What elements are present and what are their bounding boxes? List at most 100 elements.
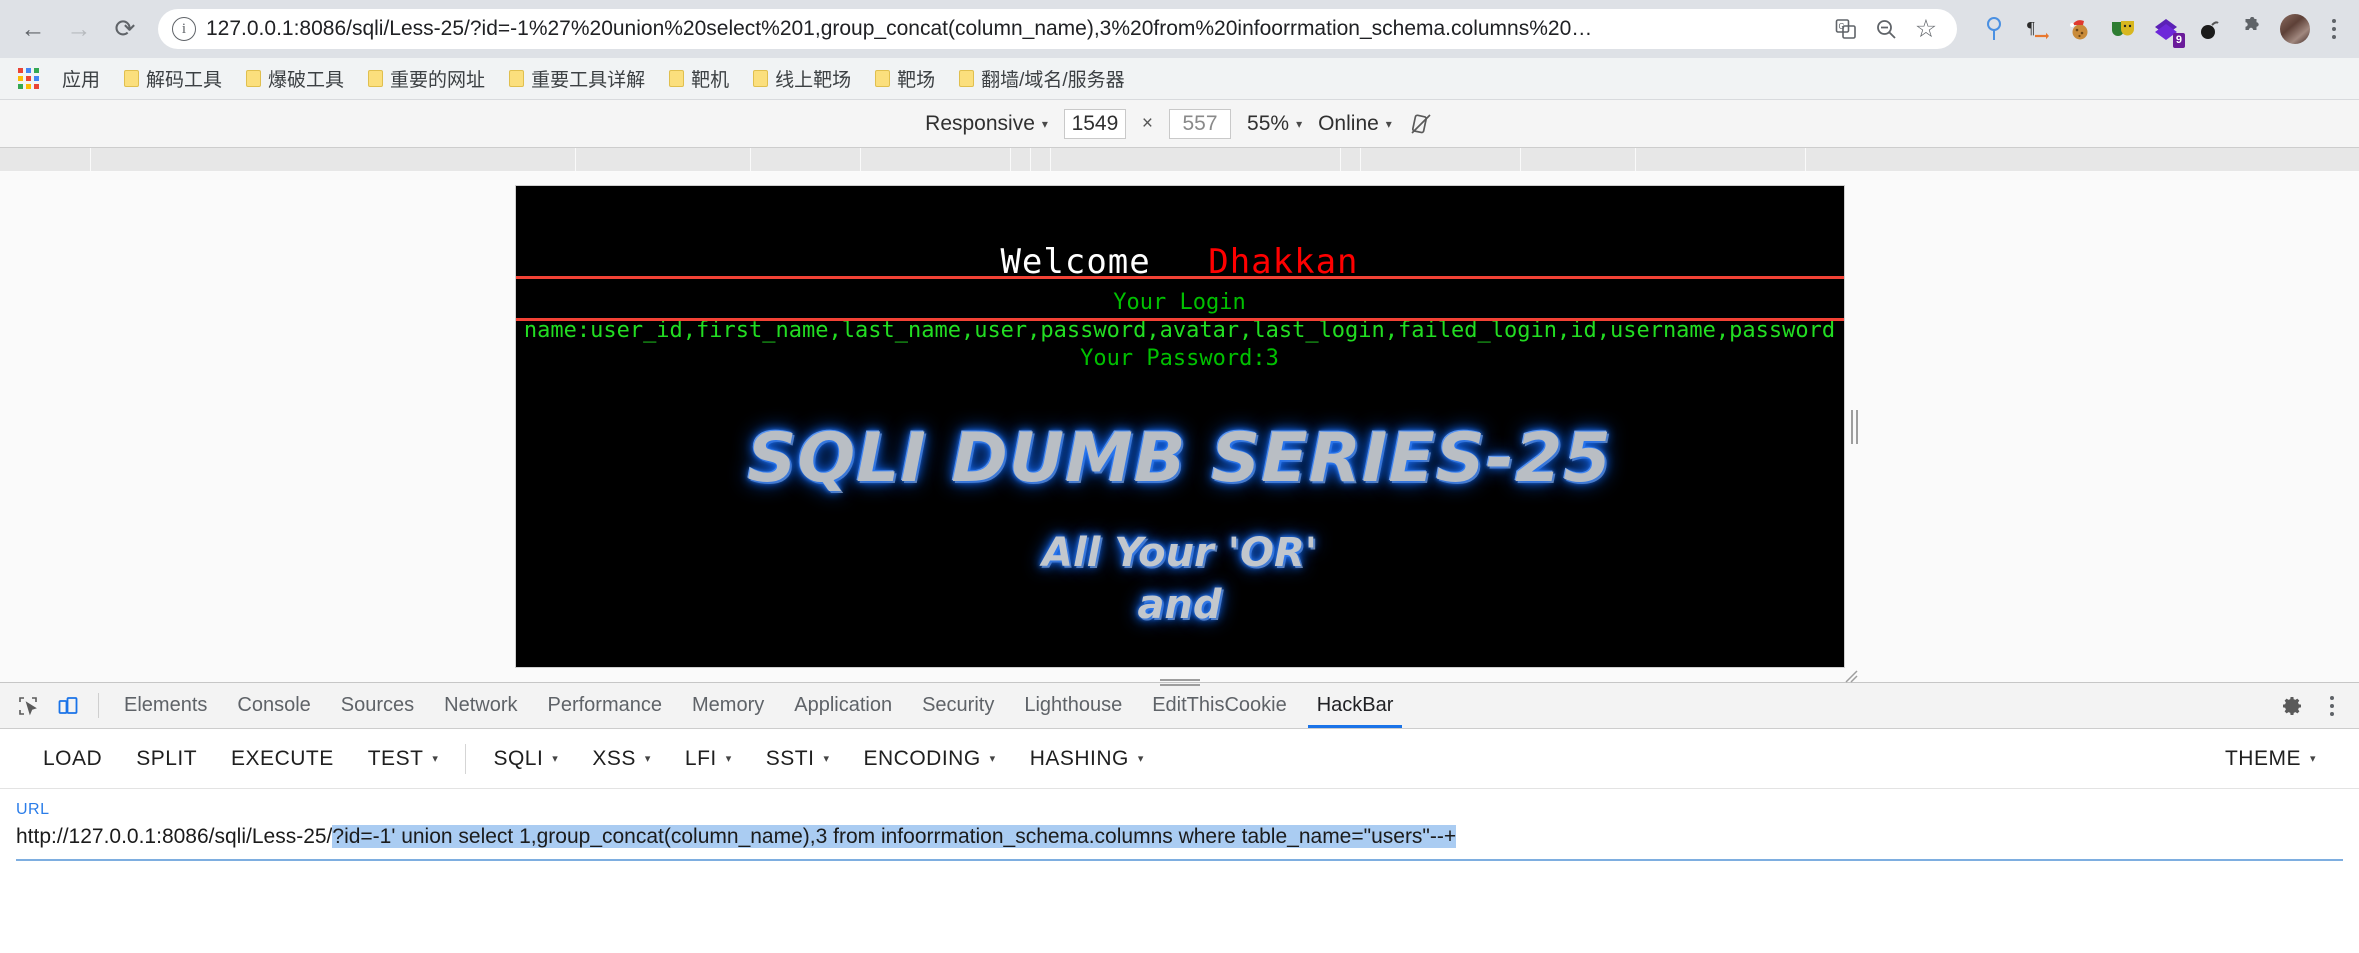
more-options-icon[interactable] [2319,689,2345,723]
tab-hackbar[interactable]: HackBar [1302,683,1409,728]
purple-diamond-icon[interactable]: 9 [2149,12,2185,48]
bookmark-apps[interactable]: 应用 [51,60,111,97]
chevron-down-icon: ▾ [1296,116,1303,131]
puzzle-extensions-icon[interactable] [2235,12,2269,46]
tab-application[interactable]: Application [779,683,907,728]
bookmark-star-icon[interactable]: ☆ [1909,12,1943,46]
device-toolbar-icon[interactable] [48,683,88,728]
browser-toolbar: ← → ⟳ i 127.0.0.1:8086/sqli/Less-25/?id=… [0,0,2359,58]
folder-icon [669,70,685,87]
url-prefix-text: http://127.0.0.1:8086/sqli/Less-25/ [16,825,333,848]
bookmark-item[interactable]: 线上靶场 [742,60,862,97]
cookie-santa-icon[interactable] [2063,12,2097,46]
hackbar-lfi-menu[interactable]: LFI ▾ [668,739,749,779]
bookmark-label: 应用 [62,70,101,91]
device-frame: Welcome Dhakkan Your Login name:user_id,… [514,185,1858,686]
bookmark-item[interactable]: 翻墙/域名/服务器 [948,60,1136,97]
viewport-resize-handle-horizontal[interactable] [1850,409,1860,445]
translate-icon[interactable]: G [1829,12,1863,46]
viewport-width-input[interactable]: 1549 [1063,108,1126,139]
hackbar-xss-menu[interactable]: XSS ▾ [575,739,668,779]
tab-console[interactable]: Console [222,683,325,728]
throttling-dropdown[interactable]: Online ▾ [1318,112,1392,136]
address-bar-url: 127.0.0.1:8086/sqli/Less-25/?id=-1%27%20… [206,17,1593,40]
tab-editthiscookie[interactable]: EditThisCookie [1137,683,1302,728]
throttling-label: Online [1318,111,1379,135]
site-info-icon[interactable]: i [172,17,196,41]
bookmark-item[interactable]: 解码工具 [113,60,233,97]
hackbar-encoding-menu[interactable]: ENCODING ▾ [846,739,1012,779]
button-label: ENCODING [863,746,981,770]
zoom-dropdown[interactable]: 55% ▾ [1247,112,1302,136]
back-button[interactable]: ← [12,8,54,50]
tab-label: Elements [124,694,208,716]
tab-label: Application [794,694,893,716]
tab-label: Network [444,694,518,716]
avatar[interactable] [2278,12,2312,46]
tab-label: Console [237,694,311,716]
login-value: name:user_id,first_name,last_name,user,p… [523,318,1836,343]
hackbar-execute-button[interactable]: EXECUTE [214,739,351,779]
paragraph-arrow-icon[interactable]: ¶ [2020,12,2054,46]
tab-elements[interactable]: Elements [109,683,222,728]
chevron-down-icon: ▾ [1041,116,1048,131]
viewport-height-input[interactable]: 557 [1169,108,1232,139]
tab-label: Memory [692,694,765,716]
tab-memory[interactable]: Memory [677,683,779,728]
hackbar-test-menu[interactable]: TEST ▾ [351,739,456,779]
reload-button[interactable]: ⟳ [104,8,146,50]
device-preset-dropdown[interactable]: Responsive ▾ [925,112,1048,136]
folder-icon [124,70,140,87]
button-label: SSTI [765,746,815,770]
device-emulation-toolbar: Responsive ▾ 1549 × 557 55% ▾ Online ▾ [0,100,2359,148]
bookmark-item[interactable]: 重要工具详解 [498,60,656,97]
device-viewport-stage: Welcome Dhakkan Your Login name:user_id,… [0,172,2359,686]
chrome-menu-icon[interactable] [2321,12,2347,46]
rotate-icon[interactable] [1408,111,1434,137]
bookmark-item[interactable]: 重要的网址 [357,60,496,97]
tab-label: Performance [547,694,663,716]
tab-security[interactable]: Security [907,683,1009,728]
extension-badge-count: 9 [2172,33,2185,48]
hackbar-sqli-menu[interactable]: SQLI ▾ [476,739,575,779]
bookmark-label: 靶机 [691,70,730,91]
button-label: LFI [684,746,717,770]
hackbar-ssti-menu[interactable]: SSTI ▾ [749,739,847,779]
tab-performance[interactable]: Performance [533,683,678,728]
viewport-resize-handle-corner[interactable] [1842,667,1858,683]
tab-lighthouse[interactable]: Lighthouse [1009,683,1137,728]
bookmark-item[interactable]: 爆破工具 [235,60,355,97]
folder-icon [246,70,262,87]
bookmark-label: 重要的网址 [390,70,486,91]
bookmark-item[interactable]: 靶机 [658,60,740,97]
balloon-pin-icon[interactable] [1977,12,2011,46]
chevron-down-icon: ▾ [1137,753,1144,765]
button-label: XSS [592,746,636,770]
hackbar-theme-menu[interactable]: THEME ▾ [2208,739,2333,779]
bookmark-item[interactable]: 靶场 [864,60,946,97]
chevron-down-icon: ▾ [432,753,439,765]
hackbar-split-button[interactable]: SPLIT [119,739,214,779]
address-bar[interactable]: i 127.0.0.1:8086/sqli/Less-25/?id=-1%27%… [158,9,1957,49]
hackbar-load-button[interactable]: LOAD [26,739,119,779]
url-input[interactable]: http://127.0.0.1:8086/sqli/Less-25/?id=-… [16,825,2343,861]
gear-icon[interactable] [2273,695,2313,717]
tab-sources[interactable]: Sources [326,683,429,728]
banner-title: SQLI DUMB SERIES-25 [747,419,1612,498]
inspect-element-icon[interactable] [8,683,48,728]
bookmarks-bar: 应用 解码工具 爆破工具 重要的网址 重要工具详解 靶机 线上靶场 靶场 翻墙/… [0,58,2359,100]
bomb-icon[interactable] [2192,12,2226,46]
button-label: SQLI [493,746,544,770]
forward-button[interactable]: → [58,8,100,50]
folder-icon [959,70,975,87]
zoom-out-icon[interactable] [1869,12,1903,46]
tab-network[interactable]: Network [429,683,532,728]
theater-masks-icon[interactable] [2106,12,2140,46]
device-ruler [0,148,2359,172]
apps-grid-icon[interactable] [18,68,39,89]
button-label: EXECUTE [231,746,334,770]
chevron-down-icon: ▾ [725,753,732,765]
welcome-text: Welcome [1000,242,1151,282]
hackbar-hashing-menu[interactable]: HASHING ▾ [1013,739,1161,779]
bookmark-label: 靶场 [897,70,936,91]
